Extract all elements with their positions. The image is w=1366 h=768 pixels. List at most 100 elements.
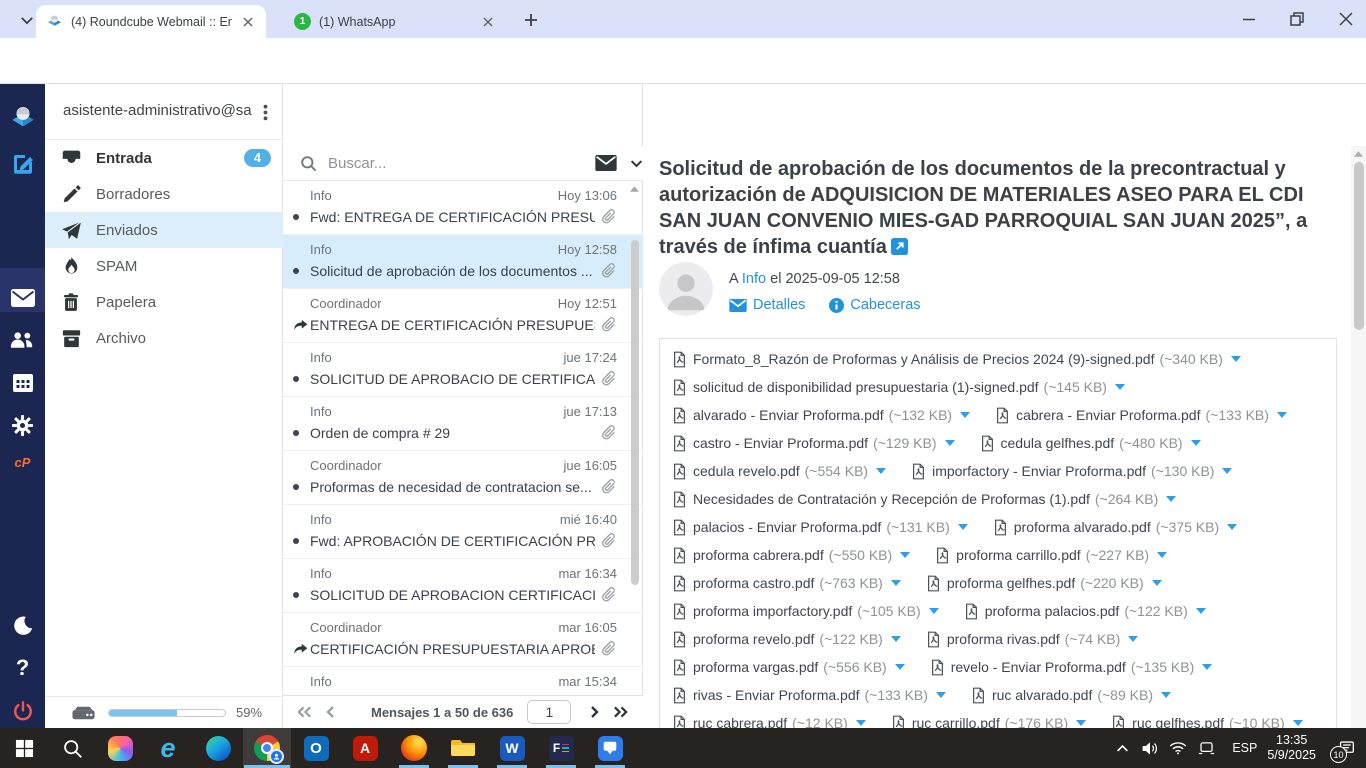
taskbar-search-icon[interactable] xyxy=(48,728,96,768)
attachment-file[interactable]: ruc alvarado.pdf(~89 KB) xyxy=(972,687,1171,704)
compose-icon[interactable] xyxy=(0,144,45,184)
attachment-menu-caret[interactable] xyxy=(960,412,970,418)
attachment-file[interactable]: proforma imporfactory.pdf(~105 KB) xyxy=(673,603,939,620)
attachment-file[interactable]: proforma alvarado.pdf(~375 KB) xyxy=(994,519,1237,536)
attachment-menu-caret[interactable] xyxy=(900,552,910,558)
main-scrollbar-up-arrow[interactable] xyxy=(1354,151,1363,157)
attachment-menu-caret[interactable] xyxy=(1222,468,1232,474)
attachment-menu-caret[interactable] xyxy=(1157,552,1167,558)
attachment-file[interactable]: castro - Enviar Proforma.pdf(~129 KB) xyxy=(673,435,955,452)
help-icon[interactable]: ? xyxy=(0,648,45,688)
attachment-menu-caret[interactable] xyxy=(891,580,901,586)
attachment-name[interactable]: imporfactory - Enviar Proforma.pdf xyxy=(932,463,1146,479)
attachment-name[interactable]: cedula gelfhes.pdf xyxy=(1001,435,1115,451)
attachment-name[interactable]: proforma vargas.pdf xyxy=(693,659,818,675)
acrobat-icon[interactable]: A xyxy=(341,728,389,768)
attachment-name[interactable]: alvarado - Enviar Proforma.pdf xyxy=(693,407,884,423)
attachment-file[interactable]: cedula gelfhes.pdf(~480 KB) xyxy=(981,435,1201,452)
message-row[interactable]: Infomar 15:34 xyxy=(283,667,643,695)
wifi-icon[interactable] xyxy=(1164,741,1192,755)
attachment-menu-caret[interactable] xyxy=(1166,496,1176,502)
attachment-menu-caret[interactable] xyxy=(876,468,886,474)
folder-item-papelera[interactable]: Papelera xyxy=(45,284,283,320)
attachment-menu-caret[interactable] xyxy=(1277,412,1287,418)
word-icon[interactable]: W xyxy=(488,728,536,768)
attachment-file[interactable]: Formato_8_Razón de Proformas y Análisis … xyxy=(673,351,1241,368)
volume-icon[interactable] xyxy=(1136,741,1164,756)
fex-app-icon[interactable]: F xyxy=(537,728,585,768)
copilot-icon[interactable] xyxy=(96,728,144,768)
attachment-file[interactable]: palacios - Enviar Proforma.pdf(~131 KB) xyxy=(673,519,968,536)
list-scrollbar-thumb[interactable] xyxy=(631,240,639,585)
attachment-menu-caret[interactable] xyxy=(1128,636,1138,642)
attachment-name[interactable]: ruc alvarado.pdf xyxy=(992,687,1092,703)
cpanel-logo[interactable]: cP xyxy=(0,442,45,482)
attachment-menu-caret[interactable] xyxy=(1191,440,1201,446)
window-restore-button[interactable] xyxy=(1288,10,1306,28)
attachment-menu-caret[interactable] xyxy=(1115,384,1125,390)
message-row[interactable]: CoordinadorHoy 12:51ENTREGA DE CERTIFICA… xyxy=(283,289,643,343)
main-scrollbar[interactable] xyxy=(1351,146,1366,728)
attachment-menu-caret[interactable] xyxy=(1076,720,1086,726)
tab-close-icon[interactable] xyxy=(480,14,496,30)
attachment-name[interactable]: proforma castro.pdf xyxy=(693,575,814,591)
attachment-file[interactable]: proforma revelo.pdf(~122 KB) xyxy=(673,631,901,648)
attachment-menu-caret[interactable] xyxy=(1231,356,1241,362)
message-row[interactable]: Infomar 16:34SOLICITUD DE APROBACION CER… xyxy=(283,559,643,613)
clock[interactable]: 13:35 5/9/2025 xyxy=(1267,733,1316,763)
folder-item-spam[interactable]: SPAM xyxy=(45,248,283,284)
attachment-name[interactable]: Necesidades de Contratación y Recepción … xyxy=(693,491,1090,507)
attachment-menu-caret[interactable] xyxy=(895,664,905,670)
tab-search-icon[interactable] xyxy=(16,9,38,31)
attachment-file[interactable]: proforma rivas.pdf(~74 KB) xyxy=(927,631,1138,648)
attachment-name[interactable]: proforma imporfactory.pdf xyxy=(693,603,852,619)
message-row[interactable]: Coordinadorjue 16:05Proformas de necesid… xyxy=(283,451,643,505)
attachment-menu-caret[interactable] xyxy=(1293,720,1303,726)
attachment-file[interactable]: rivas - Enviar Proforma.pdf(~133 KB) xyxy=(673,687,946,704)
settings-gear-icon[interactable] xyxy=(0,405,45,445)
attachment-name[interactable]: proforma cabrera.pdf xyxy=(693,547,824,563)
tab-roundcube[interactable]: (4) Roundcube Webmail :: Envia xyxy=(36,5,266,38)
attachment-menu-caret[interactable] xyxy=(891,636,901,642)
headers-link[interactable]: Cabeceras xyxy=(850,297,920,313)
attachment-menu-caret[interactable] xyxy=(929,608,939,614)
language-indicator[interactable]: ESP xyxy=(1232,741,1257,755)
edge-icon[interactable] xyxy=(194,728,242,768)
blue-app-icon[interactable] xyxy=(586,728,634,768)
attachment-name[interactable]: Formato_8_Razón de Proformas y Análisis … xyxy=(693,351,1154,367)
notification-center-icon[interactable]: 10 xyxy=(1326,728,1366,768)
message-row[interactable]: Coordinadormar 16:05CERTIFICACIÓN PRESUP… xyxy=(283,613,643,667)
attachment-name[interactable]: cedula revelo.pdf xyxy=(693,463,800,479)
page-number-input[interactable] xyxy=(527,700,571,724)
attachment-file[interactable]: imporfactory - Enviar Proforma.pdf(~130 … xyxy=(912,463,1232,480)
attachment-menu-caret[interactable] xyxy=(958,524,968,530)
file-explorer-icon[interactable] xyxy=(439,728,487,768)
folder-item-enviados[interactable]: Enviados xyxy=(45,212,283,248)
attachment-file[interactable]: cabrera - Enviar Proforma.pdf(~133 KB) xyxy=(996,407,1287,424)
dark-mode-moon-icon[interactable] xyxy=(0,606,45,646)
window-minimize-button[interactable] xyxy=(1240,10,1258,28)
attachment-menu-caret[interactable] xyxy=(1196,608,1206,614)
attachment-name[interactable]: proforma revelo.pdf xyxy=(693,631,814,647)
recipient-link[interactable]: Info xyxy=(742,271,766,287)
folder-item-entrada[interactable]: Entrada4 xyxy=(45,140,283,176)
last-page-button[interactable] xyxy=(607,706,633,718)
attachment-name[interactable]: rivas - Enviar Proforma.pdf xyxy=(693,687,860,703)
attachment-file[interactable]: revelo - Enviar Proforma.pdf(~135 KB) xyxy=(931,659,1213,676)
tab-whatsapp[interactable]: 1 (1) WhatsApp xyxy=(284,5,506,38)
tray-expand-chevron-icon[interactable] xyxy=(1108,744,1136,753)
folder-item-borradores[interactable]: Borradores xyxy=(45,176,283,212)
previous-page-button[interactable] xyxy=(317,706,343,718)
logout-power-icon[interactable] xyxy=(0,691,45,731)
attachment-name[interactable]: proforma palacios.pdf xyxy=(985,603,1120,619)
attachment-file[interactable]: proforma castro.pdf(~763 KB) xyxy=(673,575,901,592)
attachment-menu-caret[interactable] xyxy=(856,720,866,726)
attachment-menu-caret[interactable] xyxy=(945,440,955,446)
mail-icon[interactable] xyxy=(0,278,45,318)
new-tab-button[interactable] xyxy=(521,10,541,30)
message-row[interactable]: InfoHoy 12:58Solicitud de aprobación de … xyxy=(283,235,643,289)
attachment-file[interactable]: solicitud de disponibilidad presupuestar… xyxy=(673,379,1125,396)
contacts-icon[interactable] xyxy=(0,320,45,360)
attachment-name[interactable]: proforma alvarado.pdf xyxy=(1014,519,1151,535)
attachment-name[interactable]: proforma gelfhes.pdf xyxy=(947,575,1075,591)
